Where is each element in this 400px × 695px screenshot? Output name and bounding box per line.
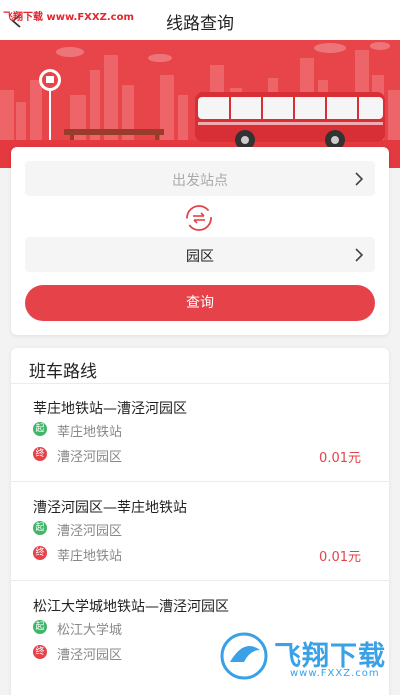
watermark-url: www.FXXZ.com — [290, 668, 380, 679]
route-price: 0.01元 — [319, 451, 361, 466]
end-stop-row: 终 莘庄地铁站 0.01元 — [33, 546, 373, 565]
divider — [11, 580, 389, 581]
watermark-logo-icon — [218, 630, 270, 682]
destination-station-value: 园区 — [186, 249, 214, 265]
start-badge: 起 — [33, 422, 47, 436]
start-badge: 起 — [33, 521, 47, 535]
page-title: 线路查询 — [166, 14, 234, 34]
start-stop-name: 漕泾河园区 — [57, 524, 123, 539]
route-price: 0.01元 — [319, 550, 361, 565]
chevron-right-icon — [355, 248, 364, 262]
route-name: 漕泾河园区—莘庄地铁站 — [33, 500, 187, 516]
route-item[interactable]: 漕泾河园区—莘庄地铁站 起 漕泾河园区 终 莘庄地铁站 0.01元 — [11, 483, 389, 581]
query-button[interactable]: 查询 — [25, 285, 375, 321]
top-bar: 飞翔下载 www.FXXZ.com 线路查询 — [0, 0, 400, 40]
end-badge: 终 — [33, 447, 47, 461]
end-badge: 终 — [33, 645, 47, 659]
end-stop-name: 漕泾河园区 — [57, 450, 123, 465]
end-stop-name: 莘庄地铁站 — [57, 549, 123, 564]
start-stop-name: 松江大学城 — [57, 623, 123, 638]
departure-station-field[interactable]: 出发站点 — [25, 161, 375, 196]
destination-station-field[interactable]: 园区 — [25, 237, 375, 272]
divider — [11, 481, 389, 482]
route-item[interactable]: 莘庄地铁站—漕泾河园区 起 莘庄地铁站 终 漕泾河园区 0.01元 — [11, 384, 389, 482]
end-stop-name: 漕泾河园区 — [57, 648, 123, 663]
end-badge: 终 — [33, 546, 47, 560]
end-stop-row: 终 漕泾河园区 0.01元 — [33, 447, 373, 466]
chevron-right-icon — [355, 172, 364, 186]
start-stop-row: 起 漕泾河园区 — [33, 521, 373, 539]
route-name: 莘庄地铁站—漕泾河园区 — [33, 401, 187, 417]
start-badge: 起 — [33, 620, 47, 634]
route-name: 松江大学城地铁站—漕泾河园区 — [33, 599, 229, 615]
search-card: 出发站点 园区 查询 — [11, 147, 389, 335]
swap-icon[interactable] — [184, 203, 214, 233]
start-stop-name: 莘庄地铁站 — [57, 425, 123, 440]
departure-station-placeholder: 出发站点 — [172, 173, 228, 189]
section-title: 班车路线 — [29, 362, 97, 382]
start-stop-row: 起 莘庄地铁站 — [33, 422, 373, 440]
